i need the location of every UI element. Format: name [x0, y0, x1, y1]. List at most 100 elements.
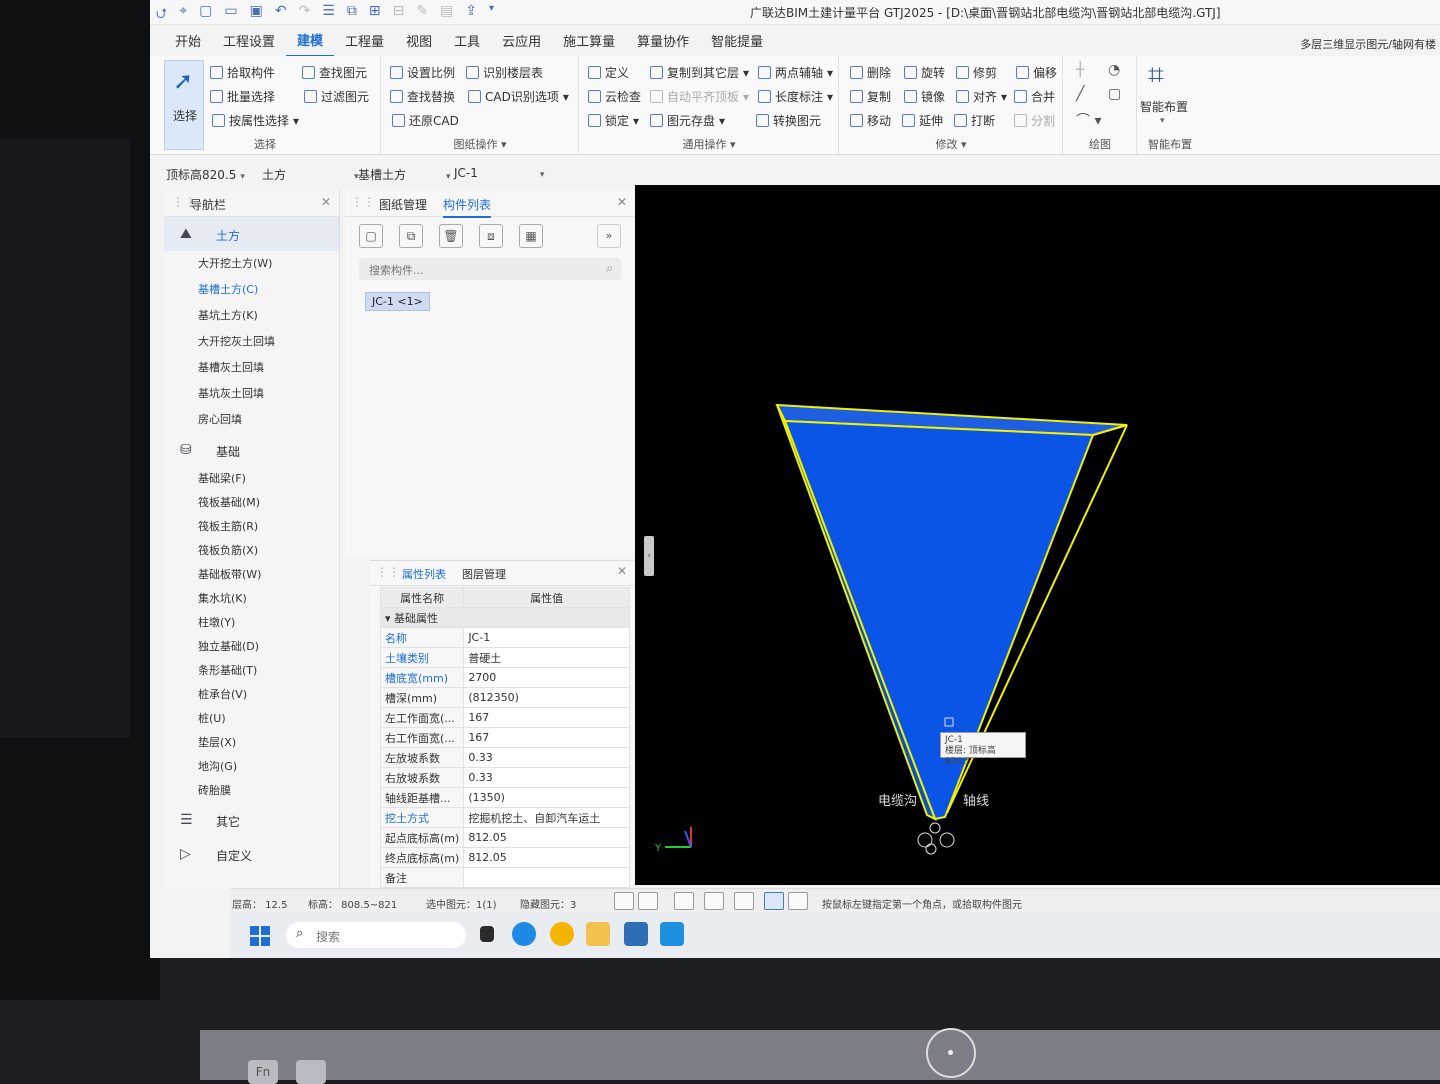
property-row[interactable]: 右工作面宽(... 167 — [379, 727, 630, 748]
nav-item[interactable]: 大开挖土方(W) — [164, 251, 339, 277]
redo-icon[interactable]: ↷ — [299, 3, 311, 27]
nav-item[interactable]: 基坑灰土回填 — [164, 381, 339, 407]
property-row[interactable]: 轴线距基槽... (1350) — [379, 787, 630, 808]
nav-item[interactable]: 地沟(G) — [164, 755, 339, 779]
ortho-toggle[interactable] — [614, 892, 634, 910]
property-row[interactable]: 终点底标高(m) 812.05 — [379, 847, 630, 868]
nav-item[interactable]: 砖胎膜 — [164, 779, 339, 803]
tab-construction[interactable]: 施工算量 — [552, 30, 626, 56]
nav-item[interactable]: 筏板基础(M) — [164, 491, 339, 515]
arc-icon[interactable]: ⌒ ▾ — [1076, 110, 1101, 130]
nav-category-foundation[interactable]: ⛁ 基础 — [164, 433, 339, 467]
identify-floors-button[interactable]: 识别楼层表 — [466, 64, 543, 81]
nav-item[interactable]: 独立基础(D) — [164, 635, 339, 659]
cloud-check-button[interactable]: 云检查 — [588, 88, 641, 105]
dynamic-input-toggle[interactable] — [734, 892, 754, 910]
app-logo-icon[interactable]: ⮍ — [156, 3, 167, 27]
pin-icon[interactable]: ⌖ — [179, 3, 187, 27]
nav-item[interactable]: 基础板带(W) — [164, 563, 339, 587]
tab-modeling[interactable]: 建模 — [286, 29, 335, 57]
layers-icon[interactable]: ⧉ — [347, 3, 357, 27]
set-scale-button[interactable]: 设置比例 — [390, 64, 455, 81]
chrome-browser-icon[interactable] — [550, 922, 574, 946]
batch-select-button[interactable]: 批量选择 — [210, 88, 275, 105]
file-explorer-icon[interactable] — [586, 922, 610, 946]
share-icon[interactable]: ⇪ — [465, 3, 477, 27]
cad-options-button[interactable]: CAD识别选项 ▾ — [468, 88, 569, 105]
line-icon[interactable]: ╱ — [1076, 86, 1084, 102]
split-button[interactable]: 分割 — [1014, 112, 1055, 129]
property-value[interactable]: 0.33 — [463, 767, 630, 788]
display-option-label[interactable]: 多层三维显示图元/轴网有楼 — [1300, 36, 1436, 52]
close-icon[interactable]: ✕ — [617, 195, 627, 209]
cross-toggle[interactable] — [674, 892, 694, 910]
tab-drawing-management[interactable]: 图纸管理 — [379, 196, 427, 213]
drawing-canvas[interactable]: JC-1 楼层: 顶标高820.5 电缆沟 轴线 Y — [635, 185, 1440, 885]
property-row[interactable]: 土壤类别 普硬土 — [379, 647, 630, 668]
component-item[interactable]: JC-1 <1> — [365, 292, 430, 311]
more-options-icon[interactable]: » — [597, 224, 621, 248]
search-input[interactable] — [359, 258, 601, 282]
tab-layer-management[interactable]: 图层管理 — [462, 566, 506, 582]
nav-item[interactable]: 柱墩(Y) — [164, 611, 339, 635]
property-row[interactable]: 左放坡系数 0.33 — [379, 747, 630, 768]
property-value[interactable]: 2700 — [463, 667, 630, 688]
type-select[interactable]: 基槽土方 ▾ — [358, 166, 451, 183]
smart-layout-icon[interactable]: ⌗ — [1148, 58, 1164, 92]
rotate-point-icon[interactable]: ◔ — [1108, 62, 1120, 78]
property-group-basic[interactable]: ▾ 基础属性 — [380, 607, 630, 628]
nav-item[interactable]: 桩承台(V) — [164, 683, 339, 707]
point-icon[interactable]: ┼ — [1076, 62, 1084, 78]
property-value[interactable]: 812.05 — [463, 827, 630, 848]
tab-quantities[interactable]: 工程量 — [334, 30, 395, 56]
undo-icon[interactable]: ↶ — [275, 3, 287, 27]
two-point-axis-button[interactable]: 两点辅轴 ▾ — [758, 64, 833, 81]
property-value[interactable] — [463, 867, 630, 888]
windows-start-icon[interactable] — [250, 926, 270, 946]
define-button[interactable]: 定义 — [588, 64, 629, 81]
property-row[interactable]: 右放坡系数 0.33 — [379, 767, 630, 788]
report-icon[interactable]: ▤ — [440, 3, 453, 27]
property-row[interactable]: 起点底标高(m) 812.05 — [379, 827, 630, 848]
rotate-button[interactable]: 旋转 — [904, 64, 945, 81]
break-button[interactable]: 打断 — [954, 112, 995, 129]
calc-icon[interactable]: ⊟ — [393, 3, 405, 27]
grid-icon[interactable]: ⊞ — [369, 3, 381, 27]
property-row[interactable]: 挖土方式 挖掘机挖土、自卸汽车运土 — [379, 807, 630, 828]
pick-component-button[interactable]: 拾取构件 — [210, 64, 275, 81]
property-value[interactable]: (1350) — [463, 787, 630, 808]
more-icon[interactable]: ▾ — [489, 3, 494, 27]
tab-smart-extract[interactable]: 智能提量 — [700, 30, 774, 56]
property-value[interactable]: (812350) — [463, 687, 630, 708]
panel-splitter-handle[interactable]: ‹ — [644, 536, 654, 576]
nav-item[interactable]: 条形基础(T) — [164, 659, 339, 683]
nav-category-custom[interactable]: ▷ 自定义 — [164, 837, 339, 871]
list-icon[interactable]: ☰ — [322, 3, 335, 27]
rectangle-icon[interactable]: ▢ — [1108, 86, 1121, 102]
tab-collaboration[interactable]: 算量协作 — [626, 30, 700, 56]
nav-item[interactable]: 房心回填 — [164, 407, 339, 433]
mirror-button[interactable]: 镜像 — [904, 88, 945, 105]
property-value[interactable]: 0.33 — [463, 747, 630, 768]
select-by-property-button[interactable]: 按属性选择 ▾ — [212, 112, 299, 129]
copy-component-icon[interactable]: ⧉ — [399, 224, 423, 248]
tab-view[interactable]: 视图 — [395, 30, 443, 56]
category-select[interactable]: 土方 ▾ — [262, 166, 359, 183]
property-value[interactable]: 167 — [463, 707, 630, 728]
property-row[interactable]: 槽底宽(mm) 2700 — [379, 667, 630, 688]
layer-copy-icon[interactable]: ⧈ — [479, 224, 503, 248]
nav-category-other[interactable]: ☰ 其它 — [164, 803, 339, 837]
cad-app-icon[interactable] — [624, 922, 648, 946]
property-row[interactable]: 备注 — [379, 867, 630, 888]
tab-component-list[interactable]: 构件列表 — [443, 196, 492, 218]
length-dimension-button[interactable]: 长度标注 ▾ — [758, 88, 833, 105]
nav-item[interactable]: 基坑土方(K) — [164, 303, 339, 329]
property-row[interactable]: 名称 JC-1 — [379, 627, 630, 648]
lock-button[interactable]: 锁定 ▾ — [588, 112, 639, 129]
close-icon[interactable]: ✕ — [321, 195, 331, 209]
close-icon[interactable]: ✕ — [617, 564, 627, 578]
tools-icon[interactable]: ✎ — [416, 3, 428, 27]
property-value[interactable]: 挖掘机挖土、自卸汽车运土 — [463, 807, 630, 828]
find-element-button[interactable]: 查找图元 — [302, 64, 367, 81]
save-icon[interactable]: ▣ — [250, 3, 263, 27]
